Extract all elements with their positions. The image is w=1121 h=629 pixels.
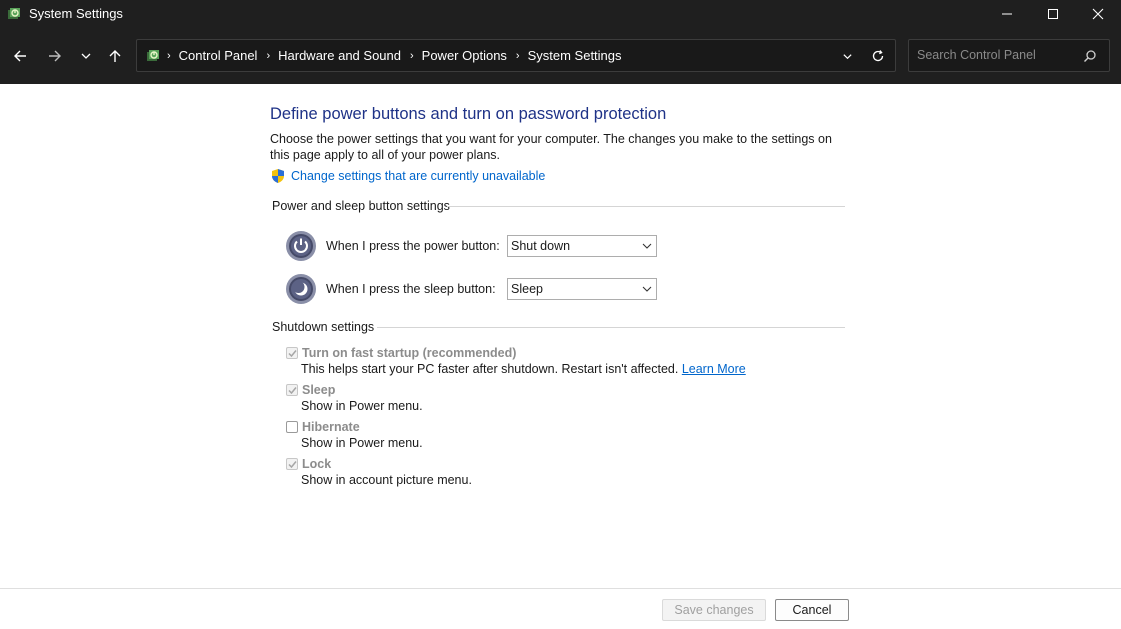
fast-startup-label: Turn on fast startup (recommended) [302, 346, 517, 360]
sleep-button-select-value: Sleep [511, 282, 543, 296]
refresh-button[interactable] [869, 47, 887, 65]
up-arrow-icon [109, 50, 121, 62]
cancel-button[interactable]: Cancel [775, 599, 849, 621]
lock-label: Lock [302, 457, 332, 471]
power-button-select[interactable]: Shut down [507, 235, 657, 257]
main-content: Define power buttons and turn on passwor… [0, 84, 1121, 588]
breadcrumb-hardware-and-sound[interactable]: Hardware and Sound [278, 48, 401, 63]
search-icon[interactable] [1083, 49, 1097, 63]
breadcrumb-control-panel[interactable]: Control Panel [179, 48, 258, 63]
breadcrumb: › Control Panel › Hardware and Sound › P… [167, 40, 631, 71]
sleep-option: Sleep Show in Power menu. [286, 382, 423, 413]
hibernate-description: Show in Power menu. [301, 436, 423, 450]
sleep-button-icon [286, 274, 316, 304]
group-divider [377, 327, 845, 328]
back-button[interactable] [8, 44, 32, 68]
maximize-icon [1048, 9, 1058, 19]
fast-startup-checkbox[interactable] [286, 347, 298, 359]
uac-shield-icon [272, 169, 284, 183]
hibernate-label: Hibernate [302, 420, 360, 434]
checkmark-icon [287, 349, 297, 357]
search-box [908, 39, 1110, 72]
sleep-button-row: When I press the sleep button: Sleep [285, 272, 657, 306]
power-button-label: When I press the power button: [326, 239, 500, 253]
control-panel-icon [147, 50, 159, 61]
close-button[interactable] [1075, 0, 1121, 28]
learn-more-link[interactable]: Learn More [682, 362, 746, 376]
chevron-right-icon[interactable]: › [410, 50, 414, 62]
footer-bar: Save changes Cancel [0, 588, 1121, 629]
fast-startup-option: Turn on fast startup (recommended) This … [286, 345, 746, 376]
close-icon [1092, 8, 1104, 20]
sleep-checkbox[interactable] [286, 384, 298, 396]
maximize-button[interactable] [1030, 0, 1076, 28]
search-input[interactable] [917, 46, 1077, 64]
forward-arrow-icon [49, 50, 61, 62]
power-button-row: When I press the power button: Shut down [285, 229, 657, 263]
power-button-select-value: Shut down [511, 239, 571, 253]
control-panel-power-icon [8, 8, 20, 19]
sleep-button-select[interactable]: Sleep [507, 278, 657, 300]
change-settings-link[interactable]: Change settings that are currently unava… [291, 169, 545, 183]
refresh-icon [872, 50, 884, 62]
group-divider [447, 206, 845, 207]
intro-text: Choose the power settings that you want … [270, 132, 832, 162]
fast-startup-description: This helps start your PC faster after sh… [301, 362, 746, 376]
sleep-description: Show in Power menu. [301, 399, 423, 413]
page-title: Define power buttons and turn on passwor… [270, 105, 667, 123]
navigation-bar: › Control Panel › Hardware and Sound › P… [0, 28, 1121, 84]
chevron-down-icon [642, 286, 652, 292]
address-bar[interactable]: › Control Panel › Hardware and Sound › P… [136, 39, 896, 72]
back-arrow-icon [14, 50, 26, 62]
power-button-icon [286, 231, 316, 261]
chevron-right-icon[interactable]: › [167, 50, 171, 62]
lock-description: Show in account picture menu. [301, 473, 472, 487]
address-dropdown-button[interactable] [839, 48, 855, 64]
power-group-heading: Power and sleep button settings [272, 199, 450, 213]
checkmark-icon [287, 386, 297, 394]
change-settings-link-row: Change settings that are currently unava… [270, 168, 545, 184]
breadcrumb-power-options[interactable]: Power Options [422, 48, 507, 63]
chevron-down-icon [642, 243, 652, 249]
chevron-right-icon[interactable]: › [266, 50, 270, 62]
lock-option: Lock Show in account picture menu. [286, 456, 472, 487]
minimize-button[interactable] [984, 0, 1030, 28]
fast-startup-desc-text: This helps start your PC faster after sh… [301, 362, 679, 376]
sleep-button-label: When I press the sleep button: [326, 282, 496, 296]
recent-locations-button[interactable] [74, 44, 98, 68]
forward-button[interactable] [43, 44, 67, 68]
minimize-icon [1002, 13, 1012, 15]
window-title: System Settings [29, 6, 123, 21]
hibernate-checkbox[interactable] [286, 421, 298, 433]
shutdown-group-heading: Shutdown settings [272, 320, 375, 334]
checkmark-icon [287, 460, 297, 468]
lock-checkbox[interactable] [286, 458, 298, 470]
chevron-right-icon[interactable]: › [516, 50, 520, 62]
chevron-down-icon [842, 53, 852, 59]
hibernate-option: Hibernate Show in Power menu. [286, 419, 423, 450]
save-changes-button[interactable]: Save changes [662, 599, 766, 621]
chevron-down-icon [81, 53, 91, 59]
sleep-label: Sleep [302, 383, 336, 397]
title-bar: System Settings [0, 0, 1121, 28]
up-button[interactable] [103, 44, 127, 68]
breadcrumb-system-settings[interactable]: System Settings [528, 48, 622, 63]
